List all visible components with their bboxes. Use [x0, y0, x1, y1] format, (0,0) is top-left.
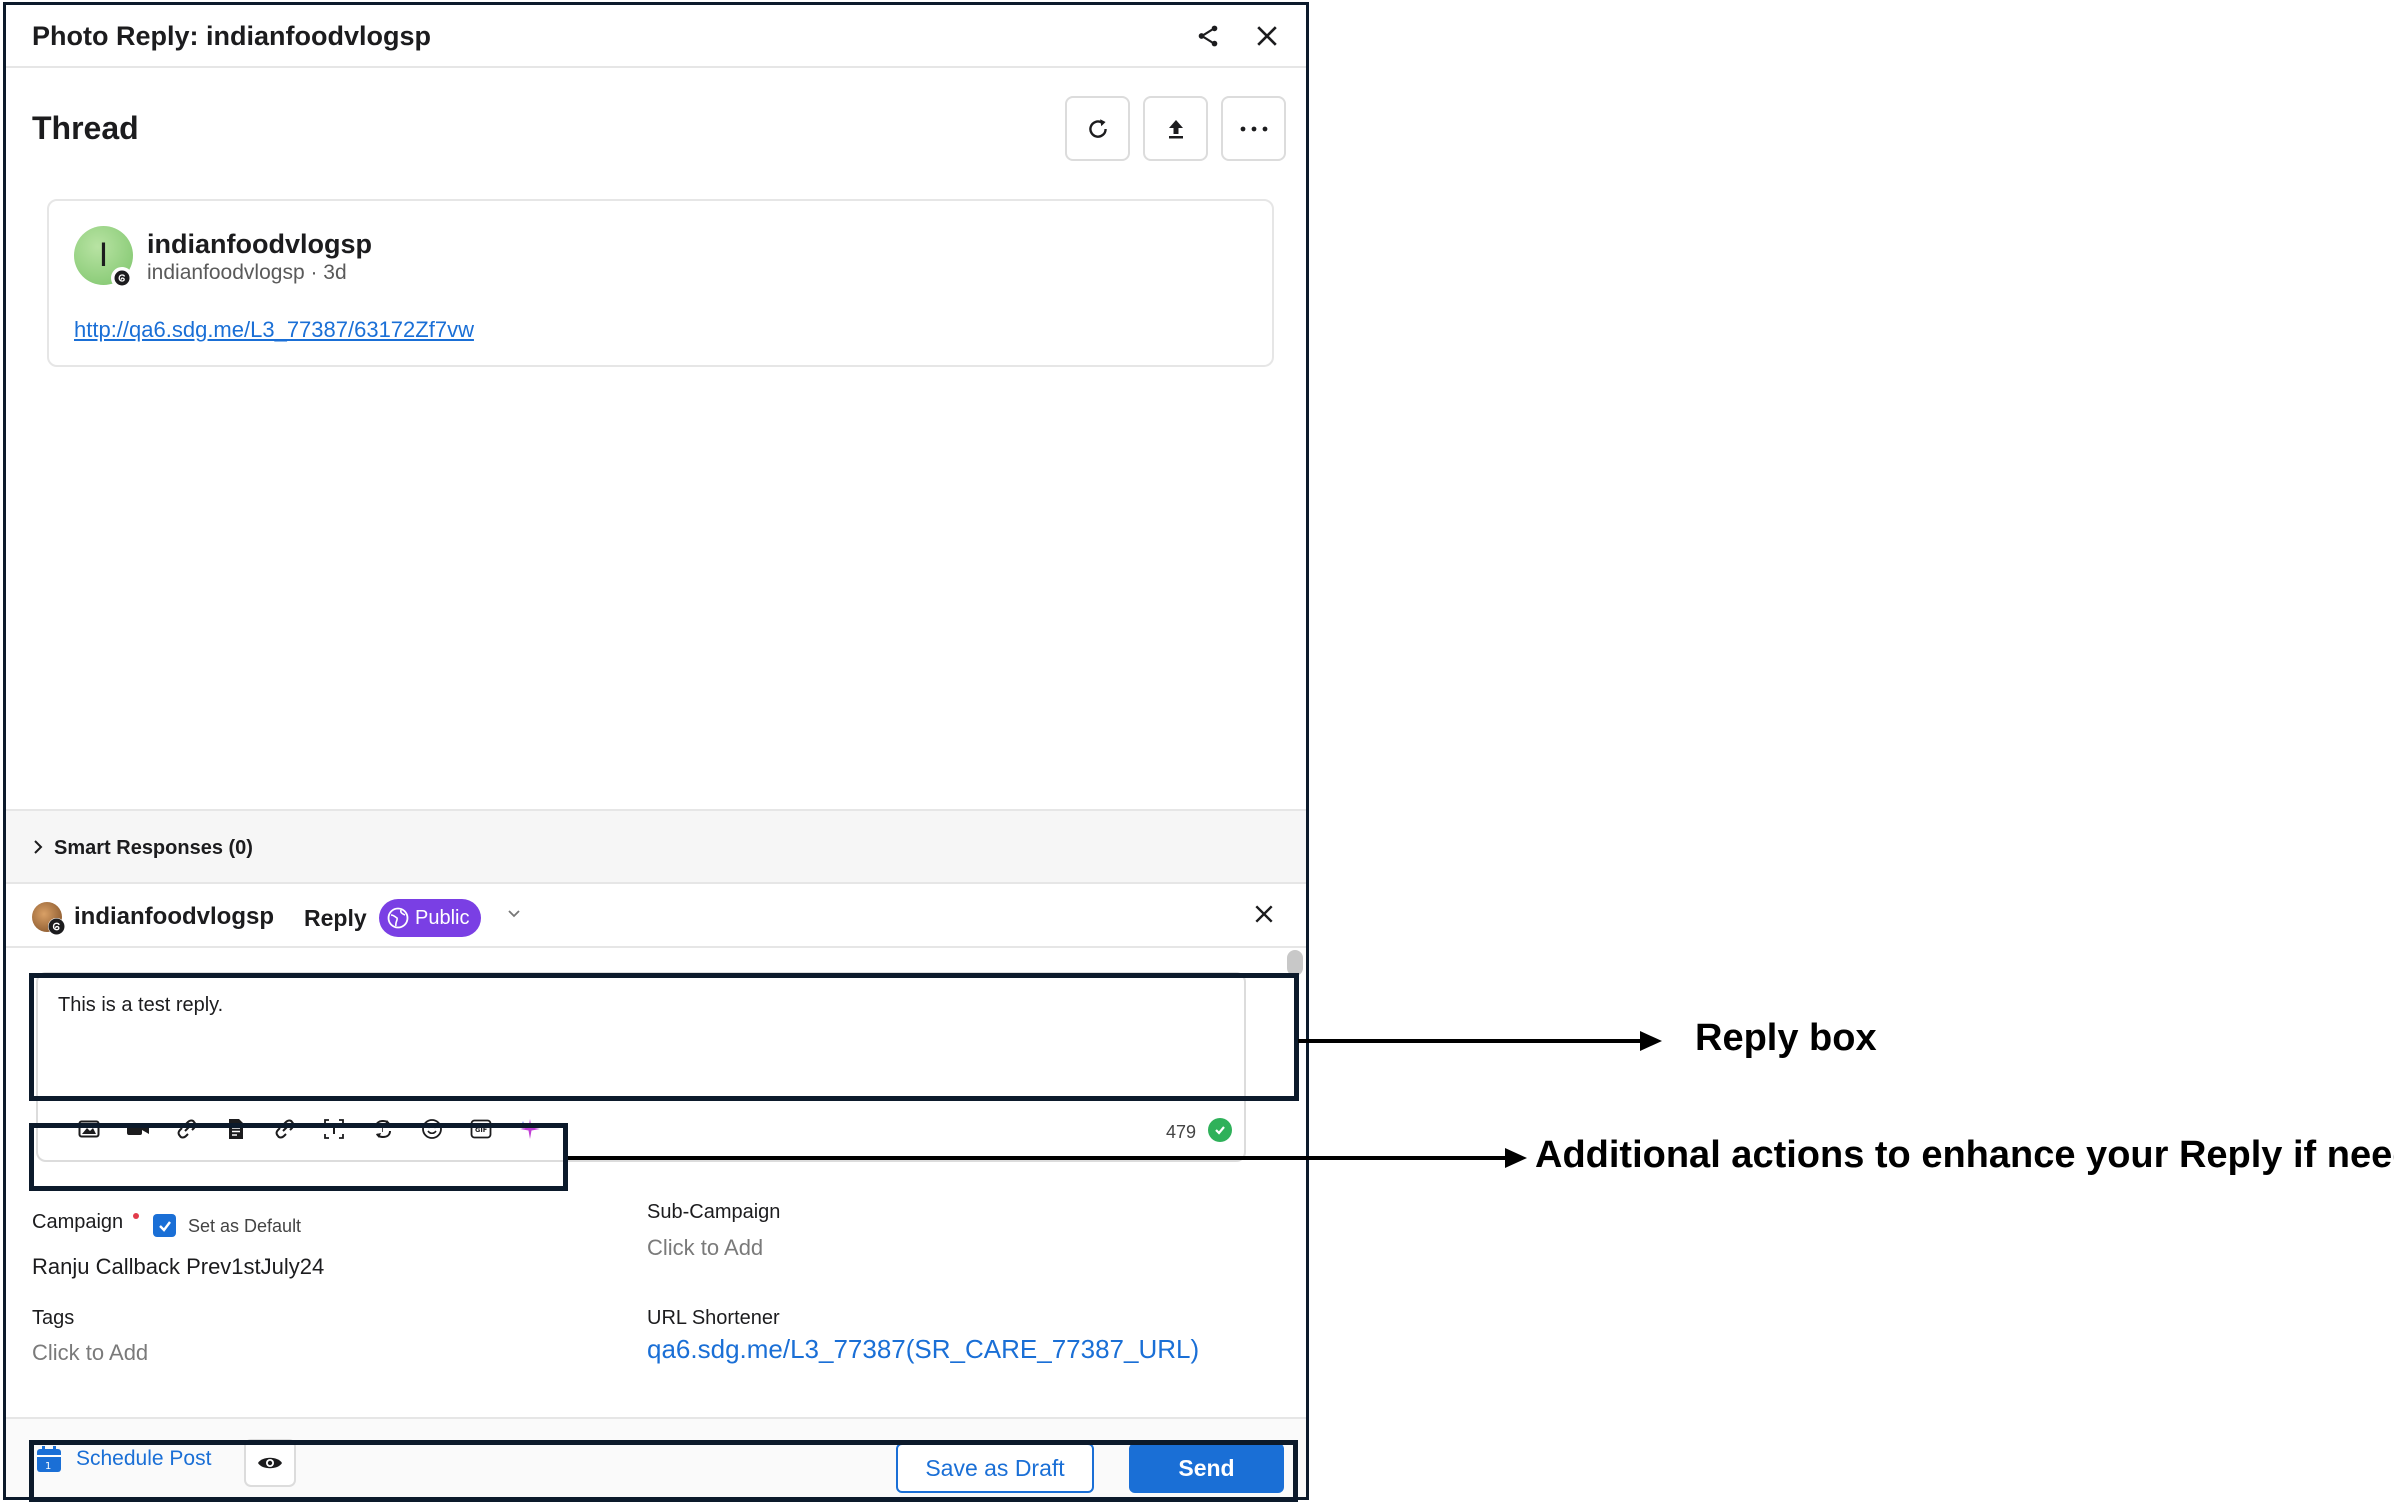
set-default-label: Set as Default: [188, 1216, 302, 1236]
refresh-button[interactable]: [1065, 96, 1130, 161]
upload-button[interactable]: [1143, 96, 1208, 161]
toolbar-highlight: [29, 1123, 568, 1191]
reply-account-name[interactable]: indianfoodvlogsp: [74, 903, 274, 931]
chevron-right-icon: [34, 840, 43, 854]
thread-message-card: I indianfoodvlogsp indianfoodvlogsp · 3d…: [47, 199, 1274, 367]
visibility-label: Public: [415, 906, 470, 929]
footer-highlight: [29, 1440, 1298, 1502]
character-count: 479: [1166, 1122, 1197, 1142]
visibility-selector[interactable]: Public: [379, 899, 482, 937]
smart-responses-label: Smart Responses (0): [54, 837, 253, 859]
globe-icon: [387, 907, 409, 929]
reply-box-callout: Reply box: [1695, 1017, 1877, 1059]
required-indicator: [133, 1213, 139, 1219]
set-default-checkbox[interactable]: [153, 1214, 176, 1237]
upload-icon: [1168, 119, 1183, 138]
chevron-down-icon[interactable]: [506, 908, 522, 920]
photo-reply-panel: Photo Reply: indianfoodvlogsp Thread I i…: [3, 2, 1309, 1500]
reply-box-highlight: [29, 973, 1299, 1101]
tags-value[interactable]: Click to Add: [32, 1340, 148, 1366]
arrowhead-icon: [1640, 1031, 1662, 1051]
actions-callout: Additional actions to enhance your Reply…: [1535, 1134, 2394, 1176]
share-icon[interactable]: [1189, 17, 1227, 55]
subcampaign-value[interactable]: Click to Add: [647, 1235, 763, 1261]
threads-icon: [111, 267, 133, 289]
actions-arrow: [568, 1156, 1509, 1160]
title-bar: Photo Reply: indianfoodvlogsp: [6, 5, 1306, 68]
url-shortener-value[interactable]: qa6.sdg.me/L3_77387(SR_CARE_77387_URL): [647, 1334, 1199, 1365]
window-title: Photo Reply: indianfoodvlogsp: [32, 21, 431, 51]
author-name[interactable]: indianfoodvlogsp: [147, 229, 372, 260]
arrowhead-icon: [1505, 1148, 1527, 1168]
tags-label: Tags: [32, 1307, 75, 1329]
url-shortener-label: URL Shortener: [647, 1307, 780, 1329]
message-link[interactable]: http://qa6.sdg.me/L3_77387/63172Zf7vw: [74, 317, 474, 343]
campaign-value[interactable]: Ranju Callback Prev1stJuly24: [32, 1254, 324, 1280]
close-icon[interactable]: [1248, 17, 1286, 55]
reply-header: indianfoodvlogsp Reply Public: [6, 885, 1306, 948]
more-icon: [1240, 126, 1267, 131]
author-meta: indianfoodvlogsp · 3d: [147, 261, 347, 284]
refresh-icon: [1088, 118, 1107, 138]
reply-box-arrow: [1298, 1039, 1644, 1043]
subcampaign-label: Sub-Campaign: [647, 1201, 781, 1223]
threads-icon: [48, 918, 65, 935]
smart-responses-bar[interactable]: Smart Responses (0): [6, 809, 1306, 884]
more-button[interactable]: [1221, 96, 1286, 161]
check-icon: [158, 1220, 171, 1232]
campaign-label: Campaign: [32, 1211, 124, 1233]
reply-label: Reply: [304, 905, 367, 931]
check-icon: [1208, 1118, 1232, 1142]
thread-heading: Thread: [32, 110, 139, 146]
close-icon[interactable]: [1253, 903, 1275, 925]
